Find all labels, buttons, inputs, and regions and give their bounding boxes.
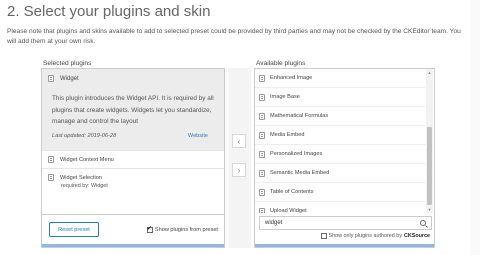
selected-plugin-meta: Last updated: 2019-06-28 Website (42, 128, 224, 139)
move-right-button[interactable]: › (232, 163, 246, 177)
selected-plugin-header[interactable]: Widget (42, 69, 224, 88)
available-plugin-item[interactable]: Upload Widget (255, 202, 425, 213)
scrollbar[interactable]: ▲ ▼ (426, 69, 433, 213)
selected-plugin-item-label: Widget Context Menu (60, 156, 114, 163)
reset-preset-button[interactable]: Reset preset (49, 222, 99, 237)
selected-panel-footer: Reset preset Show plugins from preset (42, 214, 224, 244)
available-plugin-label: Mathematical Formulas (270, 113, 329, 119)
show-from-preset-label: Show plugins from preset (154, 226, 218, 233)
plugin-icon (48, 156, 54, 163)
available-plugin-label: Table of Contents (270, 189, 314, 195)
plugin-icon (259, 93, 265, 101)
only-cksource-label: Show only plugins authored by (328, 233, 402, 239)
move-left-button[interactable]: ‹ (232, 134, 246, 148)
plugin-icon (259, 169, 265, 177)
panel-resize-bar (42, 244, 224, 247)
show-from-preset-toggle[interactable]: Show plugins from preset (146, 225, 218, 233)
only-cksource-checkbox[interactable] (320, 233, 327, 239)
selected-plugin-name: Widget (60, 75, 79, 82)
available-plugins-label: Available plugins (256, 60, 306, 67)
available-plugin-item[interactable]: Table of Contents (255, 183, 425, 202)
selected-plugins-panel: Widget This plugin introduces the Widget… (41, 68, 225, 248)
only-cksource-toggle[interactable]: Show only plugins authored by CKSource (320, 233, 430, 239)
plugin-search-value: widget (265, 220, 283, 226)
selected-plugin-item[interactable]: Widget Context Menu (42, 150, 224, 168)
scroll-down-icon[interactable]: ▼ (426, 206, 433, 213)
plugin-search-input[interactable]: widget (259, 216, 432, 230)
available-plugin-item[interactable]: Semantic Media Embed (255, 164, 425, 183)
selected-plugins-label: Selected plugins (43, 60, 92, 67)
plugin-icon (259, 150, 265, 158)
plugin-icon (259, 112, 265, 120)
available-plugin-item[interactable]: Image Base (255, 88, 425, 107)
selected-plugin-description: This plugin introduces the Widget API. I… (52, 95, 214, 125)
available-plugin-item[interactable]: Enhanced Image (255, 69, 425, 88)
selected-plugin-item-label: Widget Selection (60, 174, 102, 181)
required-by-text: required by: Widget (61, 183, 108, 189)
website-link[interactable]: Website (188, 133, 208, 139)
page-edge (470, 0, 480, 255)
plugin-icon (48, 75, 54, 82)
intro-text: Please note that plugins and skins avail… (7, 28, 461, 45)
page-title: 2. Select your plugins and skin (7, 3, 211, 20)
available-plugins-list: Enhanced Image Image Base Mathematical For… (255, 69, 425, 213)
cksource-author: CKSource (403, 233, 430, 239)
available-plugin-label: Media Embed (270, 132, 305, 138)
available-plugin-item[interactable]: Personalized Images (255, 145, 425, 164)
scrollbar-thumb[interactable] (427, 127, 432, 205)
search-icon[interactable] (420, 220, 426, 226)
scroll-up-icon[interactable]: ▲ (426, 69, 433, 76)
plugin-icon (259, 74, 265, 82)
available-plugins-panel: Enhanced Image Image Base Mathematical For… (254, 68, 435, 248)
panel-resize-bar (255, 244, 434, 247)
plugin-icon (259, 188, 265, 196)
available-plugin-item[interactable]: Mathematical Formulas (255, 107, 425, 126)
available-plugin-item[interactable]: Media Embed (255, 126, 425, 145)
last-updated-text: Last updated: 2019-06-28 (52, 132, 117, 139)
plugin-icon (259, 207, 265, 213)
available-plugin-label: Enhanced Image (270, 75, 313, 81)
available-plugin-label: Semantic Media Embed (270, 170, 330, 176)
plugin-icon (259, 131, 265, 139)
available-plugin-label: Image Base (270, 94, 300, 100)
available-plugin-label: Personalized Images (270, 151, 323, 157)
plugin-icon (48, 174, 54, 181)
move-controls: ‹ › (228, 68, 251, 248)
show-from-preset-checkbox[interactable] (146, 225, 153, 233)
available-plugin-label: Upload Widget (270, 208, 307, 213)
selected-plugin-expanded[interactable]: Widget This plugin introduces the Widget… (42, 69, 224, 150)
